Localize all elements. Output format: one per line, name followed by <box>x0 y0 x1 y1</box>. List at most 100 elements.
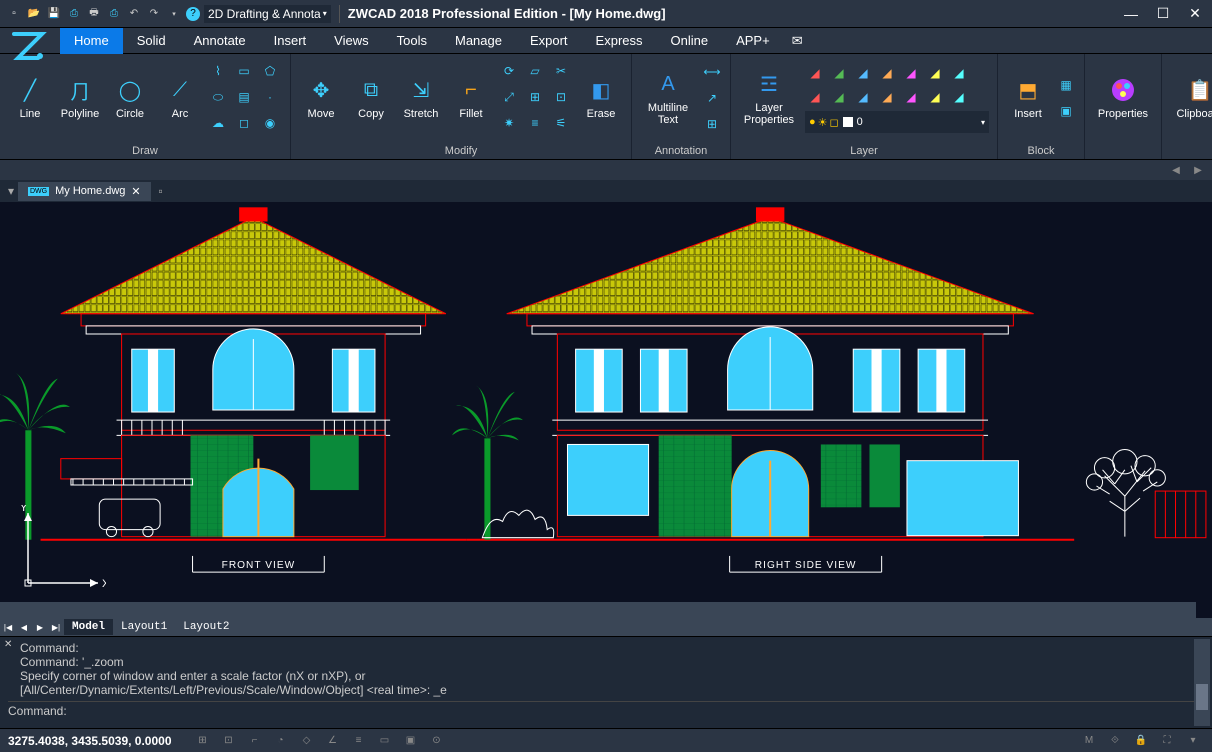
layer-tool-icon[interactable]: ◢ <box>877 87 897 107</box>
tab-scroll-left[interactable]: ◀ <box>1166 160 1186 180</box>
drawing-area[interactable]: — ❐ ✕ <box>0 202 1212 618</box>
fullscreen-icon[interactable]: ⛶ <box>1156 731 1178 751</box>
close-button[interactable]: ✕ <box>1184 5 1206 23</box>
doc-tab-menu[interactable]: ▾ <box>4 181 18 201</box>
command-input[interactable] <box>73 704 1204 718</box>
maximize-button[interactable]: ☐ <box>1152 5 1174 23</box>
cmdline-scrollbar[interactable] <box>1194 639 1210 726</box>
layer-tool-icon[interactable]: ◢ <box>829 63 849 83</box>
dyn-toggle[interactable]: ▭ <box>374 731 396 751</box>
align-icon[interactable]: ≡ <box>525 113 545 133</box>
open-icon[interactable]: 📂 <box>26 7 42 21</box>
explode-icon[interactable]: ✷ <box>499 113 519 133</box>
rotate-icon[interactable]: ⟳ <box>499 61 519 81</box>
layer-tool-icon[interactable]: ◢ <box>805 87 825 107</box>
polyline-button[interactable]: ⺆Polyline <box>58 58 102 138</box>
new-icon[interactable]: ▫ <box>6 7 22 21</box>
mtext-button[interactable]: AMultiline Text <box>640 58 696 138</box>
horizontal-scrollbar[interactable] <box>0 602 1196 618</box>
layer-tool-icon[interactable]: ◢ <box>853 63 873 83</box>
layer-tool-icon[interactable]: ◢ <box>829 87 849 107</box>
tab-annotate[interactable]: Annotate <box>180 28 260 54</box>
layer-tool-icon[interactable]: ◢ <box>949 63 969 83</box>
app-logo[interactable] <box>8 26 48 66</box>
arc-button[interactable]: ⟋Arc <box>158 58 202 138</box>
annotation-scale[interactable]: ⟐ <box>1104 731 1126 751</box>
layer-tool-icon[interactable]: ◢ <box>925 87 945 107</box>
donut-icon[interactable]: ◉ <box>260 113 280 133</box>
nav-first[interactable]: |◀ <box>0 619 16 635</box>
array-icon[interactable]: ⊞ <box>525 87 545 107</box>
tab-express[interactable]: Express <box>582 28 657 54</box>
model-space-toggle[interactable]: M <box>1078 731 1100 751</box>
move-button[interactable]: ✥Move <box>299 58 343 138</box>
erase-button[interactable]: ◧Erase <box>579 58 623 138</box>
insert-button[interactable]: ⬒Insert <box>1006 58 1050 138</box>
properties-button[interactable]: Properties <box>1093 58 1153 138</box>
trim-icon[interactable]: ✂ <box>551 61 571 81</box>
osnap-toggle[interactable]: ◇ <box>296 731 318 751</box>
lwt-toggle[interactable]: ≡ <box>348 731 370 751</box>
region-icon[interactable]: ◻ <box>234 113 254 133</box>
tab-online[interactable]: Online <box>657 28 723 54</box>
leader-icon[interactable]: ↗ <box>702 88 722 108</box>
help-icon[interactable]: ? <box>186 7 200 21</box>
revcloud-icon[interactable]: ☁ <box>208 113 228 133</box>
mail-icon[interactable]: ✉ <box>784 28 811 54</box>
redo-icon[interactable]: ↷ <box>146 7 162 21</box>
copy-button[interactable]: ⧉Copy <box>349 58 393 138</box>
cycle-toggle[interactable]: ⊙ <box>426 731 448 751</box>
tab-views[interactable]: Views <box>320 28 382 54</box>
otrack-toggle[interactable]: ∠ <box>322 731 344 751</box>
layout-tab-layout1[interactable]: Layout1 <box>113 619 175 635</box>
minimize-button[interactable]: — <box>1120 5 1142 23</box>
nav-next[interactable]: ▶ <box>32 619 48 635</box>
polar-toggle[interactable]: ◔ <box>270 731 292 751</box>
lock-ui-icon[interactable]: 🔒 <box>1130 731 1152 751</box>
layer-selector[interactable]: ● ☀ ◻ 0 ▾ <box>805 111 989 133</box>
ellipse-icon[interactable]: ⬭ <box>208 87 228 107</box>
nav-prev[interactable]: ◀ <box>16 619 32 635</box>
document-tab[interactable]: DWG My Home.dwg ✕ <box>18 182 151 201</box>
tab-tools[interactable]: Tools <box>383 28 441 54</box>
close-icon[interactable]: ✕ <box>131 185 140 198</box>
tab-export[interactable]: Export <box>516 28 582 54</box>
layer-tool-icon[interactable]: ◢ <box>949 87 969 107</box>
clipboard-button[interactable]: 📋Clipboard <box>1170 58 1212 138</box>
tab-app[interactable]: APP+ <box>722 28 784 54</box>
nav-last[interactable]: ▶| <box>48 619 64 635</box>
block-create-icon[interactable]: ▦ <box>1056 75 1076 95</box>
layer-tool-icon[interactable]: ◢ <box>853 87 873 107</box>
scale-icon[interactable]: ⤢ <box>499 87 519 107</box>
offset-icon[interactable]: ⊡ <box>551 87 571 107</box>
layer-tool-icon[interactable]: ◢ <box>877 63 897 83</box>
tab-manage[interactable]: Manage <box>441 28 516 54</box>
undo-icon[interactable]: ↶ <box>126 7 142 21</box>
layout-tab-layout2[interactable]: Layout2 <box>175 619 237 635</box>
layer-tool-icon[interactable]: ◢ <box>901 63 921 83</box>
point-icon[interactable]: · <box>260 87 280 107</box>
settings-menu-icon[interactable]: ▾ <box>1182 731 1204 751</box>
tab-solid[interactable]: Solid <box>123 28 180 54</box>
block-edit-icon[interactable]: ▣ <box>1056 101 1076 121</box>
break-icon[interactable]: ⚟ <box>551 113 571 133</box>
save-icon[interactable]: 💾 <box>46 7 62 21</box>
polygon-icon[interactable]: ⬠ <box>260 61 280 81</box>
dimension-icon[interactable]: ⟷ <box>702 62 722 82</box>
dropdown-icon[interactable]: ▾ <box>166 7 182 21</box>
tab-scroll-right[interactable]: ▶ <box>1188 160 1208 180</box>
fillet-button[interactable]: ⌐Fillet <box>449 58 493 138</box>
drawing-canvas[interactable]: FRONT VIEW <box>0 202 1212 618</box>
tab-home[interactable]: Home <box>60 28 123 54</box>
line-button[interactable]: ╱Line <box>8 58 52 138</box>
ortho-toggle[interactable]: ⌐ <box>244 731 266 751</box>
table-icon[interactable]: ⊞ <box>702 114 722 134</box>
snap-toggle[interactable]: ⊞ <box>192 731 214 751</box>
rectangle-icon[interactable]: ▭ <box>234 61 254 81</box>
layer-properties-button[interactable]: ☲Layer Properties <box>739 58 799 138</box>
grid-toggle[interactable]: ⊡ <box>218 731 240 751</box>
tab-insert[interactable]: Insert <box>260 28 321 54</box>
layout-tab-model[interactable]: Model <box>64 619 113 635</box>
hatch-icon[interactable]: ▤ <box>234 87 254 107</box>
layer-tool-icon[interactable]: ◢ <box>901 87 921 107</box>
